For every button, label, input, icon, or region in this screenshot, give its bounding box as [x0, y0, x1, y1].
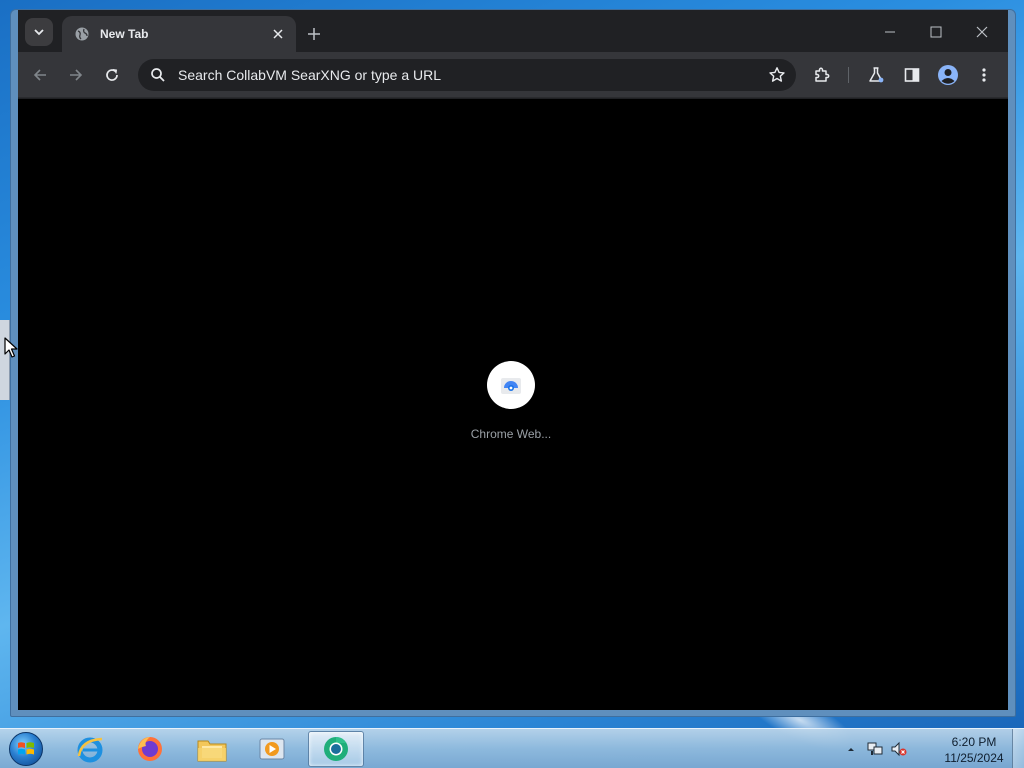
mouse-cursor-icon	[4, 337, 18, 358]
clock-date: 11/25/2024	[944, 751, 1004, 765]
more-vertical-icon	[982, 68, 986, 82]
labs-button[interactable]	[862, 61, 890, 89]
taskbar: 6:20 PM 11/25/2024	[0, 728, 1024, 768]
tab-search-button[interactable]	[25, 18, 53, 46]
start-button[interactable]	[6, 730, 46, 768]
close-icon	[976, 26, 988, 38]
chevron-down-icon	[34, 29, 44, 36]
network-tray-button[interactable]	[866, 739, 884, 759]
internet-explorer-icon	[77, 737, 103, 763]
clock-time: 6:20 PM	[951, 735, 997, 749]
shortcut-chrome-web-store[interactable]: Chrome Web...	[466, 361, 556, 451]
taskbar-clock[interactable]: 6:20 PM 11/25/2024	[936, 734, 1012, 766]
background-window-edge[interactable]	[0, 320, 10, 400]
puzzle-icon	[815, 67, 830, 82]
windows-logo-icon	[9, 732, 43, 766]
shortcut-label: Chrome Web...	[470, 427, 552, 441]
close-window-button[interactable]	[962, 18, 1002, 46]
chevron-up-icon	[848, 748, 854, 751]
taskbar-firefox[interactable]	[122, 731, 178, 767]
arrow-left-icon	[33, 69, 46, 81]
taskbar-file-explorer[interactable]	[184, 731, 240, 767]
tab-new-tab[interactable]: New Tab	[62, 16, 296, 52]
volume-tray-button[interactable]	[890, 739, 908, 759]
avatar-icon	[938, 65, 958, 85]
browser-frame: New Tab Search CollabVM SearXNG or type …	[18, 10, 1008, 710]
back-button[interactable]	[26, 61, 54, 89]
profile-button[interactable]	[934, 61, 962, 89]
firefox-icon	[138, 737, 162, 761]
toolbar-separator	[848, 67, 849, 83]
show-hidden-icons-button[interactable]	[842, 739, 860, 759]
search-icon	[151, 68, 165, 82]
maximize-button[interactable]	[916, 18, 956, 46]
minimize-icon	[885, 31, 895, 33]
browser-window: New Tab Search CollabVM SearXNG or type …	[10, 9, 1016, 717]
menu-button[interactable]	[970, 61, 998, 89]
taskbar-chrome[interactable]	[308, 731, 364, 767]
globe-icon	[74, 26, 90, 42]
arrow-right-icon	[70, 69, 83, 81]
chrome-icon	[324, 737, 348, 761]
maximize-icon	[930, 26, 942, 38]
tab-title: New Tab	[100, 27, 149, 41]
show-desktop-button[interactable]	[1012, 729, 1024, 768]
media-player-icon	[259, 738, 285, 760]
address-bar-placeholder: Search CollabVM SearXNG or type a URL	[178, 67, 441, 83]
new-tab-button[interactable]	[302, 22, 326, 46]
page-content: Chrome Web...	[18, 99, 1008, 710]
taskbar-internet-explorer[interactable]	[62, 731, 118, 767]
tab-strip: New Tab	[18, 10, 1008, 52]
flask-icon	[869, 67, 884, 83]
reload-icon	[106, 69, 118, 81]
file-explorer-icon	[197, 740, 227, 762]
minimize-button[interactable]	[870, 18, 910, 46]
extensions-button[interactable]	[808, 61, 836, 89]
side-panel-button[interactable]	[898, 61, 926, 89]
volume-muted-icon	[891, 741, 907, 757]
taskbar-media-player[interactable]	[244, 731, 300, 767]
shortcut-tile	[487, 361, 535, 409]
forward-button[interactable]	[62, 61, 90, 89]
reload-button[interactable]	[98, 61, 126, 89]
network-icon	[867, 742, 883, 755]
close-tab-icon[interactable]	[270, 26, 286, 42]
plus-icon	[308, 28, 320, 40]
star-icon[interactable]	[768, 66, 786, 84]
browser-toolbar: Search CollabVM SearXNG or type a URL	[18, 52, 1008, 98]
chrome-web-store-icon	[501, 378, 521, 394]
address-bar[interactable]: Search CollabVM SearXNG or type a URL	[138, 59, 796, 91]
side-panel-icon	[904, 68, 920, 82]
